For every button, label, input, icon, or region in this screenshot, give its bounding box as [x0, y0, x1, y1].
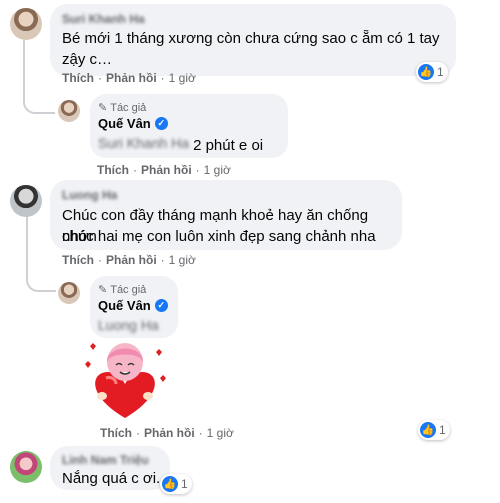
- avatar[interactable]: [10, 185, 42, 217]
- like-button[interactable]: Thích: [62, 71, 94, 85]
- reply-bubble: ✎ Tác giả Quế Vân ✓ Suri Khanh Ha 2 phút …: [90, 94, 288, 158]
- like-icon: 👍: [418, 64, 434, 80]
- author-badge-label: Tác giả: [110, 283, 147, 296]
- timestamp[interactable]: 1 giờ: [169, 71, 196, 85]
- avatar[interactable]: [58, 282, 80, 304]
- verified-icon: ✓: [154, 117, 168, 130]
- timestamp[interactable]: 1 giờ: [204, 163, 231, 177]
- like-button[interactable]: Thích: [97, 163, 129, 177]
- thread-line: [26, 214, 28, 264]
- reply-button[interactable]: Phản hồi: [106, 71, 157, 85]
- reply-author[interactable]: Quế Vân ✓: [98, 116, 168, 131]
- comment-bubble: Luong Ha Chúc con đầy tháng mạnh khoẻ ha…: [50, 180, 402, 250]
- avatar[interactable]: [58, 100, 80, 122]
- avatar[interactable]: [10, 8, 42, 40]
- verified-icon: ✓: [154, 299, 168, 312]
- pencil-icon: ✎: [98, 102, 108, 114]
- author-badge: ✎ Tác giả: [98, 101, 147, 115]
- author-badge: ✎ Tác giả: [98, 283, 147, 297]
- reply-text-row: Suri Khanh Ha 2 phút e oi: [98, 135, 263, 156]
- author-badge-label: Tác giả: [110, 101, 147, 114]
- comment-text: Bé mới 1 tháng xương còn chưa cứng sao c…: [62, 30, 440, 47]
- reply-button[interactable]: Phản hồi: [141, 163, 192, 177]
- reply-text: 2 phút e oi: [193, 137, 264, 154]
- reaction-badge[interactable]: 👍 1: [418, 420, 450, 440]
- heart-hug-sticker: [82, 338, 168, 422]
- thread-line: [23, 86, 55, 114]
- reaction-count: 1: [439, 423, 446, 437]
- timestamp[interactable]: 1 giờ: [207, 426, 234, 440]
- comment-bubble: Suri Khanh Ha Bé mới 1 tháng xương còn c…: [50, 4, 456, 76]
- reply-bubble: ✎ Tác giả Quế Vân ✓ Luong Ha: [90, 276, 178, 338]
- comment-bubble: Linh Nam Triệu Nắng quá c ơi.: [50, 446, 170, 490]
- comment-actions: Thích · Phản hồi · 1 giờ: [62, 71, 196, 85]
- like-button[interactable]: Thích: [62, 253, 94, 267]
- pencil-icon: ✎: [98, 284, 108, 296]
- comment-text: chúc hai mẹ con luôn xinh đẹp sang chảnh…: [62, 228, 376, 245]
- mention-link[interactable]: Luong Ha: [98, 317, 159, 333]
- comment-actions: Thích · Phản hồi · 1 giờ: [62, 253, 196, 267]
- thread-line: [23, 40, 25, 90]
- comment-author[interactable]: Suri Khanh Ha: [62, 12, 145, 26]
- mention-link[interactable]: Suri Khanh Ha: [98, 135, 189, 156]
- comment-text: zậy c…: [62, 51, 113, 68]
- reply-actions: Thích · Phản hồi · 1 giờ: [97, 163, 231, 177]
- like-button[interactable]: Thích: [100, 426, 132, 440]
- comment-text: Nắng quá c ơi.: [62, 470, 161, 487]
- reply-author-name[interactable]: Quế Vân: [98, 116, 151, 131]
- reply-button[interactable]: Phản hồi: [144, 426, 195, 440]
- reply-button[interactable]: Phản hồi: [106, 253, 157, 267]
- reaction-count: 1: [437, 65, 444, 79]
- avatar[interactable]: [10, 451, 42, 483]
- like-icon: 👍: [420, 422, 436, 438]
- reply-author-name[interactable]: Quế Vân: [98, 298, 151, 313]
- reply-author[interactable]: Quế Vân ✓: [98, 298, 168, 313]
- like-icon: 👍: [162, 476, 178, 492]
- reaction-badge[interactable]: 👍 1: [160, 474, 192, 494]
- reply-actions: Thích · Phản hồi · 1 giờ: [100, 426, 234, 440]
- timestamp[interactable]: 1 giờ: [169, 253, 196, 267]
- comment-author[interactable]: Luong Ha: [62, 188, 117, 202]
- reaction-count: 1: [181, 477, 188, 491]
- reaction-badge[interactable]: 👍 1: [416, 62, 448, 82]
- comment-author[interactable]: Linh Nam Triệu: [62, 453, 149, 467]
- thread-line: [26, 260, 56, 292]
